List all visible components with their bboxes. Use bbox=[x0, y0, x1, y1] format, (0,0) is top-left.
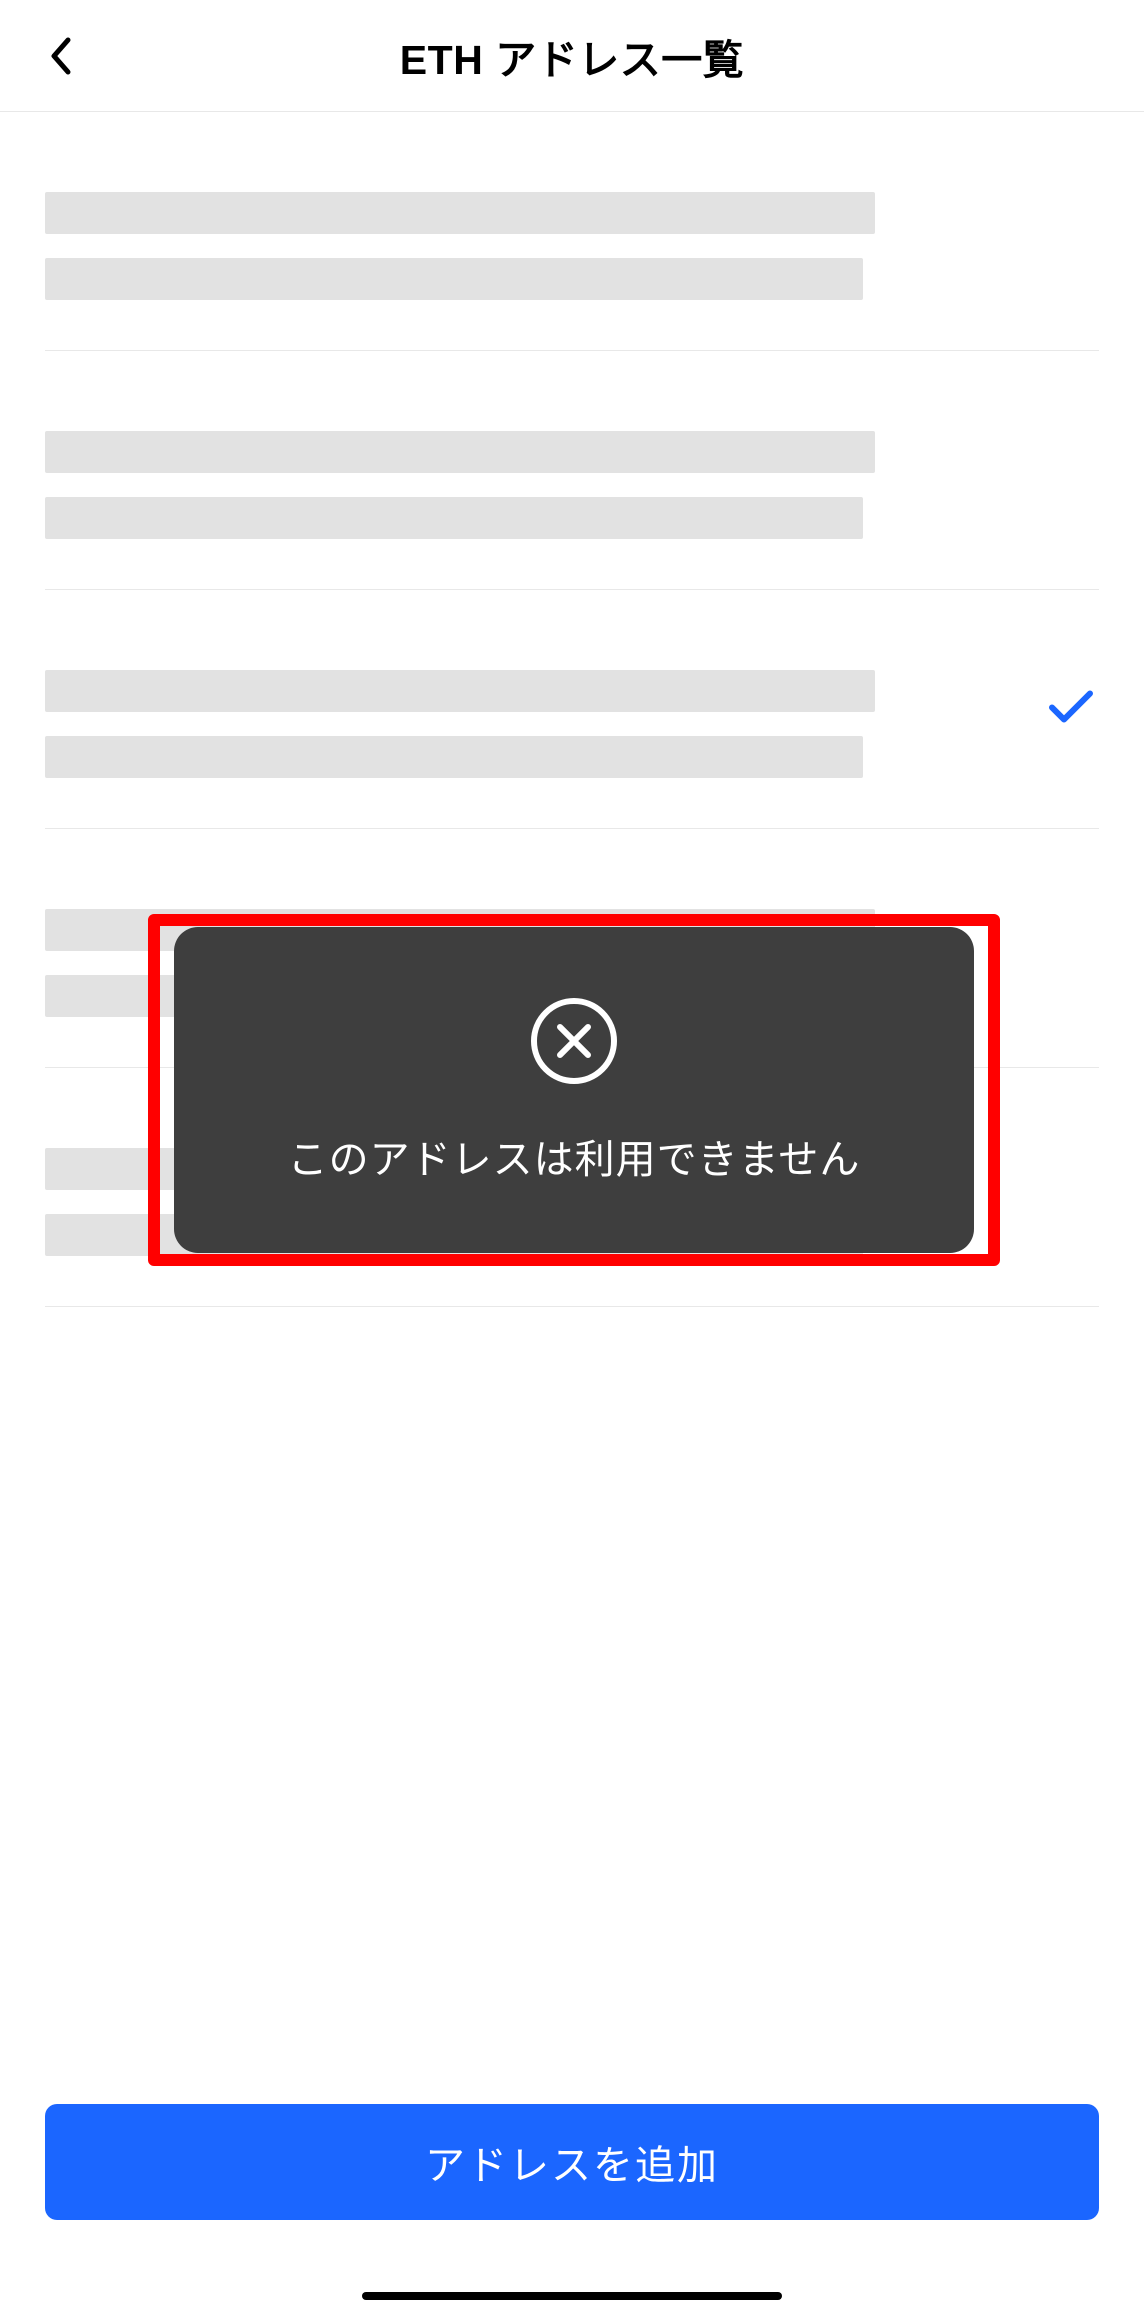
bottom-area: アドレスを追加 bbox=[0, 2104, 1144, 2320]
skeleton-placeholder bbox=[45, 431, 875, 539]
error-toast: このアドレスは利用できません bbox=[174, 927, 974, 1253]
skeleton-placeholder bbox=[45, 670, 875, 778]
page-title: ETH アドレス一覧 bbox=[0, 26, 1144, 86]
skeleton-line bbox=[45, 497, 863, 539]
skeleton-line bbox=[45, 736, 863, 778]
error-icon bbox=[529, 996, 619, 1091]
back-button[interactable] bbox=[40, 36, 80, 76]
home-indicator bbox=[362, 2292, 782, 2300]
toast-highlight: このアドレスは利用できません bbox=[148, 914, 1000, 1266]
address-list-item[interactable] bbox=[45, 112, 1099, 351]
chevron-left-icon bbox=[48, 36, 72, 76]
skeleton-line bbox=[45, 192, 875, 234]
toast-message: このアドレスは利用できません bbox=[288, 1127, 861, 1185]
skeleton-placeholder bbox=[45, 192, 875, 300]
skeleton-line bbox=[45, 670, 875, 712]
skeleton-line bbox=[45, 258, 863, 300]
address-list-item[interactable] bbox=[45, 590, 1099, 829]
check-icon bbox=[1048, 688, 1094, 731]
address-list-item[interactable] bbox=[45, 351, 1099, 590]
skeleton-line bbox=[45, 431, 875, 473]
header: ETH アドレス一覧 bbox=[0, 0, 1144, 112]
add-address-button[interactable]: アドレスを追加 bbox=[45, 2104, 1099, 2220]
